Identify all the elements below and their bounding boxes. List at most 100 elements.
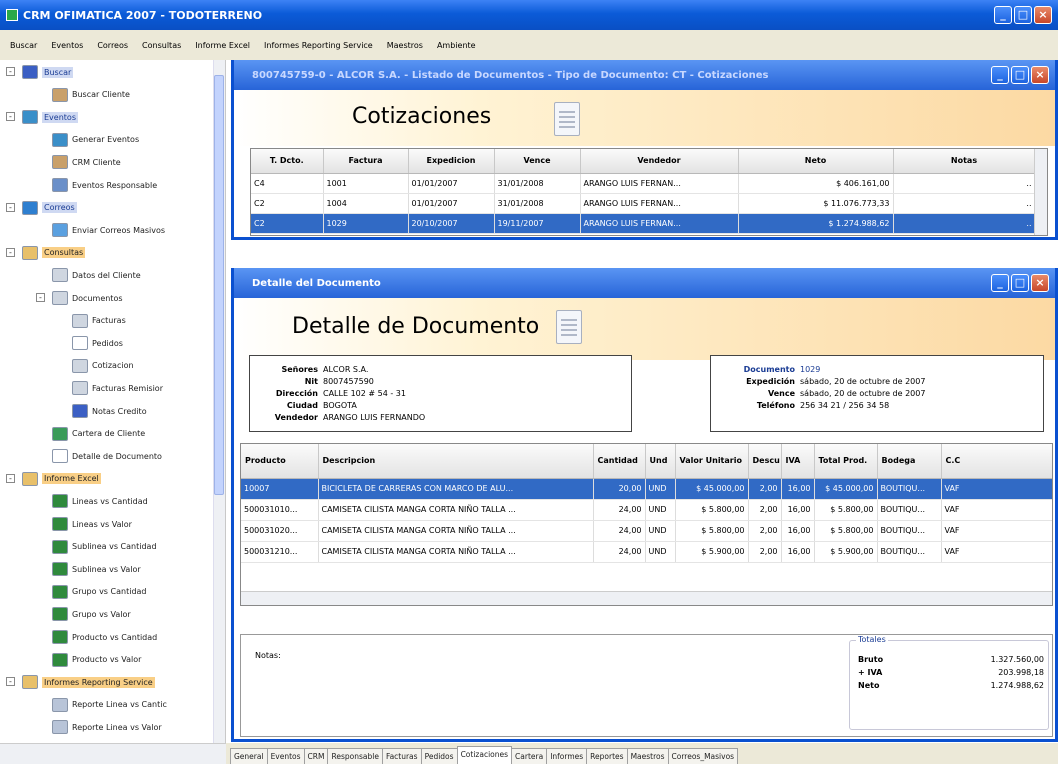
tree-item-reporte-linea-vs-valor[interactable]: Reporte Linea vs Valor — [52, 717, 162, 737]
tree-item-correos[interactable]: Correos — [22, 198, 77, 218]
tree-item-label: Reporte Linea vs Valor — [72, 722, 162, 732]
table-row[interactable]: 500031010... CAMISETA CILISTA MANGA CORTA… — [241, 499, 1052, 521]
tab-cotizaciones[interactable]: Cotizaciones — [456, 746, 513, 764]
sidebar-horizontal-scrollbar[interactable] — [0, 743, 226, 764]
doc-minimize-button[interactable]: _ — [991, 66, 1009, 84]
column-header[interactable]: Bodega — [877, 444, 942, 479]
excel-icon — [52, 652, 68, 667]
column-header[interactable]: T. Dcto. — [251, 149, 324, 174]
tab-cartera[interactable]: Cartera — [511, 748, 548, 764]
tree-item-enviar-correos-masivos[interactable]: Enviar Correos Masivos — [52, 220, 165, 240]
tree-item-sublinea-vs-valor[interactable]: Sublinea vs Valor — [52, 559, 141, 579]
detail-minimize-button[interactable]: _ — [991, 274, 1009, 292]
tree-item-grupo-vs-cantidad[interactable]: Grupo vs Cantidad — [52, 582, 147, 602]
tree-item-consultas[interactable]: Consultas — [22, 243, 86, 263]
column-header[interactable]: Descripcion — [318, 444, 594, 479]
tab-pedidos[interactable]: Pedidos — [420, 748, 458, 764]
detail-maximize-button[interactable]: □ — [1011, 274, 1029, 292]
tree-item-cotizacion[interactable]: Cotizacion — [72, 356, 134, 376]
tree-item-documentos[interactable]: Documentos — [52, 288, 123, 308]
column-header[interactable]: Vendedor — [580, 149, 739, 174]
tree-item-lineas-vs-valor[interactable]: Lineas vs Valor — [52, 514, 132, 534]
expand-toggle[interactable]: - — [6, 202, 15, 212]
column-header[interactable]: Und — [645, 444, 676, 479]
column-header[interactable]: Factura — [323, 149, 409, 174]
tree-item-facturas[interactable]: Facturas — [72, 311, 126, 331]
tree-item-detalle-de-documento[interactable]: Detalle de Documento — [52, 446, 162, 466]
table-row[interactable]: C2 1029 20/10/2007 19/11/2007 ARANGO LUIS FE… — [251, 213, 1036, 234]
tree-item-pedidos[interactable]: Pedidos — [72, 333, 123, 353]
table-row[interactable]: 500031210... CAMISETA CILISTA MANGA CORTA… — [241, 541, 1052, 563]
documents-scrollbar[interactable] — [1034, 149, 1047, 235]
tree-item-buscar[interactable]: Buscar — [22, 62, 74, 82]
table-row[interactable]: 500031020... CAMISETA CILISTA MANGA CORTA… — [241, 520, 1052, 542]
tab-general[interactable]: General — [230, 748, 268, 764]
tree-item-eventos-responsable[interactable]: Eventos Responsable — [52, 175, 157, 195]
sidebar-scroll-thumb[interactable] — [214, 75, 224, 495]
tab-eventos[interactable]: Eventos — [266, 748, 305, 764]
column-header[interactable]: Vence — [494, 149, 581, 174]
excel-icon — [52, 539, 68, 554]
maximize-button[interactable]: □ — [1014, 6, 1032, 24]
tree-item-eventos[interactable]: Eventos — [22, 107, 78, 127]
minimize-button[interactable]: _ — [994, 6, 1012, 24]
column-header[interactable]: Valor Unitario — [675, 444, 749, 479]
tree-item-generar-eventos[interactable]: Generar Eventos — [52, 130, 139, 150]
expand-toggle[interactable]: - — [6, 473, 15, 483]
menu-item-ambiente[interactable]: Ambiente — [437, 41, 476, 50]
table-row[interactable]: C2 1004 01/01/2007 31/01/2008 ARANGO LUIS FE… — [251, 193, 1036, 214]
detail-horizontal-scrollbar[interactable] — [241, 591, 1052, 605]
doc-maximize-button[interactable]: □ — [1011, 66, 1029, 84]
tree-item-notas-credito[interactable]: Notas Credito — [72, 401, 147, 421]
tree-item-sublinea-vs-cantidad[interactable]: Sublinea vs Cantidad — [52, 537, 157, 557]
menu-item-correos[interactable]: Correos — [97, 41, 128, 50]
mail-icon — [52, 223, 68, 238]
column-header[interactable]: Neto — [738, 149, 894, 174]
expand-toggle[interactable]: - — [6, 247, 15, 257]
tree-item-reporte-linea-vs-cantic[interactable]: Reporte Linea vs Cantic — [52, 695, 167, 715]
column-header[interactable]: IVA — [781, 444, 815, 479]
tree-item-lineas-vs-cantidad[interactable]: Lineas vs Cantidad — [52, 491, 148, 511]
tree-item-facturas-remisior[interactable]: Facturas Remisior — [72, 378, 163, 398]
sidebar-scrollbar[interactable] — [213, 60, 225, 743]
menu-item-informes-reporting-service[interactable]: Informes Reporting Service — [264, 41, 373, 50]
tree-item-informes-reporting-service[interactable]: Informes Reporting Service — [22, 672, 155, 692]
table-row[interactable]: C4 1001 01/01/2007 31/01/2008 ARANGO LUIS FE… — [251, 173, 1036, 194]
menu-item-consultas[interactable]: Consultas — [142, 41, 181, 50]
tab-reportes[interactable]: Reportes — [586, 748, 628, 764]
tree-item-producto-vs-valor[interactable]: Producto vs Valor — [52, 650, 141, 670]
menu-item-informe-excel[interactable]: Informe Excel — [195, 41, 250, 50]
tree-item-buscar-cliente[interactable]: Buscar Cliente — [52, 85, 130, 105]
tree-item-grupo-vs-valor[interactable]: Grupo vs Valor — [52, 604, 131, 624]
detail-close-button[interactable]: × — [1031, 274, 1049, 292]
expand-toggle[interactable]: - — [6, 67, 15, 76]
expand-toggle[interactable]: - — [36, 293, 45, 302]
tree-item-producto-vs-cantidad[interactable]: Producto vs Cantidad — [52, 627, 157, 647]
column-header[interactable]: Expedicion — [408, 149, 495, 174]
column-header[interactable]: Descu — [748, 444, 782, 479]
column-header[interactable]: Total Prod. — [814, 444, 878, 479]
tab-correos_masivos[interactable]: Correos_Masivos — [667, 748, 739, 764]
tab-informes[interactable]: Informes — [546, 748, 588, 764]
table-cell: 24,00 — [593, 499, 646, 521]
column-header[interactable]: C.C — [941, 444, 1052, 479]
doc-close-button[interactable]: × — [1031, 66, 1049, 84]
tab-crm[interactable]: CRM — [303, 748, 329, 764]
tree-item-informe-excel[interactable]: Informe Excel — [22, 469, 101, 489]
close-button[interactable]: × — [1034, 6, 1052, 24]
menu-item-buscar[interactable]: Buscar — [10, 41, 37, 50]
column-header[interactable]: Producto — [241, 444, 319, 479]
tree-item-crm-cliente[interactable]: CRM Cliente — [52, 152, 121, 172]
tab-facturas[interactable]: Facturas — [381, 748, 422, 764]
tab-responsable[interactable]: Responsable — [327, 748, 383, 764]
menu-item-maestros[interactable]: Maestros — [387, 41, 423, 50]
tree-item-datos-del-cliente[interactable]: Datos del Cliente — [52, 265, 141, 285]
expand-toggle[interactable]: - — [6, 112, 15, 122]
menu-item-eventos[interactable]: Eventos — [51, 41, 83, 50]
tab-maestros[interactable]: Maestros — [626, 748, 669, 764]
table-row[interactable]: 10007 BICICLETA DE CARRERAS CON MARCO DE … — [241, 478, 1052, 500]
tree-item-cartera-de-cliente[interactable]: Cartera de Cliente — [52, 424, 145, 444]
expand-toggle[interactable]: - — [6, 677, 15, 687]
column-header[interactable]: Notas — [893, 149, 1036, 174]
column-header[interactable]: Cantidad — [593, 444, 646, 479]
